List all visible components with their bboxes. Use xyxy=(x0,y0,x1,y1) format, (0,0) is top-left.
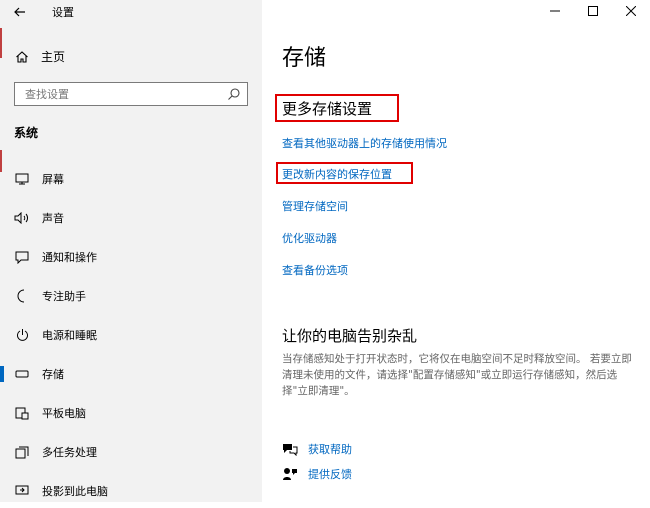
home-label: 主页 xyxy=(41,50,66,64)
sidebar: 设置 主页 系统 屏幕 声音 通知和操作 专注助 xyxy=(0,0,262,502)
main-pane xyxy=(262,0,650,502)
sidebar-item-label: 投影到此电脑 xyxy=(42,485,108,498)
window-controls xyxy=(536,0,650,22)
search-box[interactable] xyxy=(14,82,248,106)
sidebar-item-storage[interactable]: 存储 xyxy=(0,357,262,391)
sidebar-item-label: 电源和睡眠 xyxy=(42,329,97,342)
link-optimize-drives[interactable]: 优化驱动器 xyxy=(282,230,337,246)
search-input[interactable] xyxy=(23,83,227,106)
project-icon xyxy=(14,483,30,499)
page-title: 存储 xyxy=(282,46,327,71)
storage-icon xyxy=(14,366,30,382)
section-label: 系统 xyxy=(14,126,39,140)
sidebar-item-display[interactable]: 屏幕 xyxy=(0,162,262,196)
get-help-label: 获取帮助 xyxy=(308,443,352,456)
monitor-icon xyxy=(14,171,30,187)
minimize-button[interactable] xyxy=(536,0,574,22)
sidebar-item-label: 平板电脑 xyxy=(42,407,86,420)
multitask-icon xyxy=(14,444,30,460)
declutter-heading: 让你的电脑告别杂乱 xyxy=(282,327,418,345)
sidebar-item-power[interactable]: 电源和睡眠 xyxy=(0,318,262,352)
app-title: 设置 xyxy=(52,6,74,19)
help-chat-icon xyxy=(283,444,298,456)
close-button[interactable] xyxy=(612,0,650,22)
feedback-label: 提供反馈 xyxy=(308,468,352,481)
home-icon xyxy=(16,50,28,63)
moon-icon xyxy=(14,288,30,304)
link-manage-storage-spaces[interactable]: 管理存储空间 xyxy=(282,198,348,214)
maximize-button[interactable] xyxy=(574,0,612,22)
speaker-icon xyxy=(14,210,30,226)
link-backup-options[interactable]: 查看备份选项 xyxy=(282,262,348,278)
maximize-icon xyxy=(588,6,598,16)
edge-mark xyxy=(0,28,2,58)
search-icon[interactable] xyxy=(227,87,241,101)
power-icon xyxy=(14,327,30,343)
link-change-save-location[interactable]: 更改新内容的保存位置 xyxy=(282,166,392,182)
feedback-link[interactable]: 提供反馈 xyxy=(282,466,352,482)
minimize-icon xyxy=(550,10,560,12)
feedback-icon xyxy=(283,468,297,480)
sidebar-item-label: 专注助手 xyxy=(42,290,86,303)
close-icon xyxy=(626,6,636,16)
back-arrow-icon xyxy=(14,7,25,17)
more-storage-settings-heading: 更多存储设置 xyxy=(282,100,373,118)
sidebar-item-label: 多任务处理 xyxy=(42,446,97,459)
sidebar-item-tablet[interactable]: 平板电脑 xyxy=(0,396,262,430)
sidebar-item-label: 屏幕 xyxy=(42,173,64,186)
sidebar-item-multitasking[interactable]: 多任务处理 xyxy=(0,435,262,469)
sidebar-item-focus[interactable]: 专注助手 xyxy=(0,279,262,313)
sidebar-item-label: 存储 xyxy=(42,368,64,381)
declutter-description: 当存储感知处于打开状态时，它将仅在电脑空间不足时释放空间。 若要立即清理未使用的… xyxy=(282,353,632,397)
link-other-drives[interactable]: 查看其他驱动器上的存储使用情况 xyxy=(282,135,447,151)
home-nav-item[interactable]: 主页 xyxy=(15,48,65,65)
sidebar-item-project[interactable]: 投影到此电脑 xyxy=(0,474,262,508)
sidebar-item-label: 声音 xyxy=(42,212,64,225)
sidebar-item-label: 通知和操作 xyxy=(42,251,97,264)
get-help-link[interactable]: 获取帮助 xyxy=(282,441,352,457)
back-button[interactable] xyxy=(10,3,30,21)
notification-icon xyxy=(14,249,30,265)
tablet-icon xyxy=(14,405,30,421)
sidebar-item-notifications[interactable]: 通知和操作 xyxy=(0,240,262,274)
sidebar-item-sound[interactable]: 声音 xyxy=(0,201,262,235)
